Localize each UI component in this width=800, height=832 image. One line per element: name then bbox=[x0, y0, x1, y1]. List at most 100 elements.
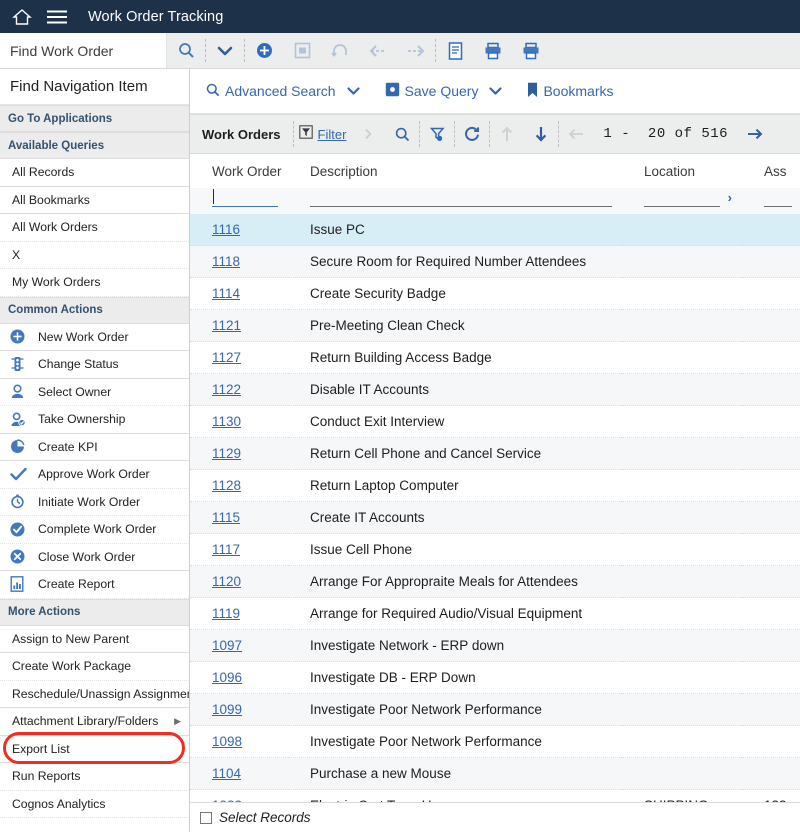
filter-next-arrow-icon[interactable] bbox=[351, 115, 385, 153]
print-icon[interactable] bbox=[474, 33, 512, 68]
table-row[interactable]: 1119Arrange for Required Audio/Visual Eq… bbox=[190, 598, 800, 630]
table-row[interactable]: 1127Return Building Access Badge bbox=[190, 342, 800, 374]
work-order-link[interactable]: 1128 bbox=[212, 478, 241, 493]
undo-icon[interactable] bbox=[321, 33, 359, 68]
work-order-link[interactable]: 1118 bbox=[212, 254, 240, 269]
table-row[interactable]: 1104Purchase a new Mouse bbox=[190, 758, 800, 790]
filter-button[interactable]: Filter bbox=[294, 115, 352, 153]
find-work-order-input[interactable]: Find Work Order bbox=[0, 33, 167, 68]
column-header-assignment[interactable]: Ass bbox=[742, 154, 800, 188]
filter-input-work-order[interactable] bbox=[212, 188, 278, 207]
sidebar-item-create-kpi[interactable]: Create KPI bbox=[0, 434, 189, 462]
sidebar-item-initiate-work-order[interactable]: Initiate Work Order bbox=[0, 489, 189, 517]
clear-filter-icon[interactable] bbox=[420, 115, 454, 153]
work-order-link[interactable]: 1116 bbox=[212, 222, 240, 237]
list-search-icon[interactable] bbox=[385, 115, 419, 153]
sidebar-item-take-ownership[interactable]: Take Ownership bbox=[0, 406, 189, 434]
sidebar-item-change-status[interactable]: Change Status bbox=[0, 351, 189, 379]
work-order-link[interactable]: 1121 bbox=[212, 318, 241, 333]
search-icon[interactable] bbox=[167, 33, 205, 68]
chevron-down-icon[interactable] bbox=[206, 33, 244, 68]
table-row[interactable]: 1096Investigate DB - ERP Down bbox=[190, 662, 800, 694]
bookmarks-button[interactable]: Bookmarks bbox=[521, 82, 619, 101]
work-order-link[interactable]: 1120 bbox=[212, 574, 241, 589]
work-order-link[interactable]: 1129 bbox=[212, 446, 241, 461]
column-header-work-order[interactable]: Work Order bbox=[190, 154, 288, 188]
table-row[interactable]: 1097Investigate Network - ERP down bbox=[190, 630, 800, 662]
work-order-link[interactable]: 1097 bbox=[212, 638, 242, 653]
sidebar-item-all-bookmarks[interactable]: All Bookmarks bbox=[0, 187, 189, 215]
filter-input-location[interactable] bbox=[644, 188, 720, 207]
section-header-available-queries[interactable]: Available Queries bbox=[0, 132, 189, 159]
select-records-checkbox[interactable] bbox=[200, 812, 212, 824]
sidebar-item-create-work-package[interactable]: Create Work Package bbox=[0, 653, 189, 681]
work-order-link[interactable]: 1119 bbox=[212, 606, 240, 621]
filter-input-description[interactable] bbox=[310, 188, 612, 207]
table-row[interactable]: 1116Issue PC bbox=[190, 214, 800, 246]
sort-ascending-icon[interactable] bbox=[490, 115, 524, 153]
table-row[interactable]: 1114Create Security Badge bbox=[190, 278, 800, 310]
sidebar-item-export-list[interactable]: Export List bbox=[0, 736, 189, 764]
print-preview-icon[interactable] bbox=[512, 33, 550, 68]
sidebar-item-all-records[interactable]: All Records bbox=[0, 159, 189, 187]
work-order-link[interactable]: 1099 bbox=[212, 702, 242, 717]
sidebar-item-approve-work-order[interactable]: Approve Work Order bbox=[0, 461, 189, 489]
work-order-link[interactable]: 1117 bbox=[212, 542, 240, 557]
work-order-link[interactable]: 1114 bbox=[212, 286, 240, 301]
table-row[interactable]: 1117Issue Cell Phone bbox=[190, 534, 800, 566]
find-navigation-input[interactable]: Find Navigation Item bbox=[0, 69, 189, 105]
section-header-common-actions[interactable]: Common Actions bbox=[0, 297, 189, 324]
section-header-go-to-applications[interactable]: Go To Applications bbox=[0, 105, 189, 132]
table-row[interactable]: 1129Return Cell Phone and Cancel Service bbox=[190, 438, 800, 470]
sidebar-item-select-owner[interactable]: Select Owner bbox=[0, 379, 189, 407]
sidebar-item-cognos-analytics[interactable]: Cognos Analytics bbox=[0, 791, 189, 819]
sidebar-item-all-work-orders[interactable]: All Work Orders bbox=[0, 214, 189, 242]
detail-icon[interactable] bbox=[436, 33, 474, 68]
previous-page-icon[interactable] bbox=[559, 115, 593, 153]
next-icon[interactable] bbox=[397, 33, 435, 68]
save-query-button[interactable]: Save Query bbox=[379, 82, 485, 100]
table-row[interactable]: 1118Secure Room for Required Number Atte… bbox=[190, 246, 800, 278]
new-record-icon[interactable] bbox=[245, 33, 283, 68]
column-header-location[interactable]: Location bbox=[622, 154, 742, 188]
refresh-icon[interactable] bbox=[455, 115, 489, 153]
work-order-link[interactable]: 1130 bbox=[212, 414, 241, 429]
advanced-search-button[interactable]: Advanced Search bbox=[200, 83, 342, 100]
table-row[interactable]: 1099Investigate Poor Network Performance bbox=[190, 694, 800, 726]
sidebar-item-attachment-library-folders[interactable]: Attachment Library/Folders ▶ bbox=[0, 708, 189, 736]
table-row[interactable]: 1120Arrange For Appropraite Meals for At… bbox=[190, 566, 800, 598]
sidebar-item-x[interactable]: X bbox=[0, 242, 189, 270]
work-order-link[interactable]: 1115 bbox=[212, 510, 240, 525]
table-row[interactable]: 1115Create IT Accounts bbox=[190, 502, 800, 534]
sidebar-item-run-reports[interactable]: Run Reports bbox=[0, 763, 189, 791]
filter-input-assignment[interactable] bbox=[764, 188, 792, 207]
work-order-link[interactable]: 1104 bbox=[212, 766, 241, 781]
column-header-description[interactable]: Description bbox=[288, 154, 622, 188]
sidebar-item-reschedule-unassign-assignments[interactable]: Reschedule/Unassign Assignments bbox=[0, 681, 189, 709]
table-row[interactable]: 1130Conduct Exit Interview bbox=[190, 406, 800, 438]
sidebar-item-complete-work-order[interactable]: Complete Work Order bbox=[0, 516, 189, 544]
home-icon[interactable] bbox=[12, 8, 32, 26]
sidebar-item-new-work-order[interactable]: New Work Order bbox=[0, 324, 189, 352]
work-order-link[interactable]: 1098 bbox=[212, 734, 242, 749]
section-header-more-actions[interactable]: More Actions bbox=[0, 599, 189, 626]
sidebar-item-close-work-order[interactable]: Close Work Order bbox=[0, 544, 189, 572]
expand-columns-icon[interactable]: › bbox=[728, 190, 732, 205]
next-page-icon[interactable] bbox=[738, 115, 772, 153]
save-query-chevron-down-icon[interactable] bbox=[484, 84, 507, 99]
work-order-link[interactable]: 1127 bbox=[212, 350, 241, 365]
sidebar-item-create-report[interactable]: Create Report bbox=[0, 571, 189, 599]
work-order-link[interactable]: 1096 bbox=[212, 670, 242, 685]
table-row[interactable]: 1098Investigate Poor Network Performance bbox=[190, 726, 800, 758]
save-icon[interactable] bbox=[283, 33, 321, 68]
hamburger-menu-icon[interactable] bbox=[46, 9, 68, 25]
table-row[interactable]: 1121Pre-Meeting Clean Check bbox=[190, 310, 800, 342]
work-order-link[interactable]: 1122 bbox=[212, 382, 241, 397]
advanced-search-chevron-down-icon[interactable] bbox=[342, 84, 365, 99]
sidebar-item-assign-to-new-parent[interactable]: Assign to New Parent bbox=[0, 626, 189, 654]
table-row[interactable]: 1122Disable IT Accounts bbox=[190, 374, 800, 406]
sidebar-item-my-work-orders[interactable]: My Work Orders bbox=[0, 269, 189, 297]
sort-descending-icon[interactable] bbox=[524, 115, 558, 153]
table-row[interactable]: 1128Return Laptop Computer bbox=[190, 470, 800, 502]
previous-icon[interactable] bbox=[359, 33, 397, 68]
